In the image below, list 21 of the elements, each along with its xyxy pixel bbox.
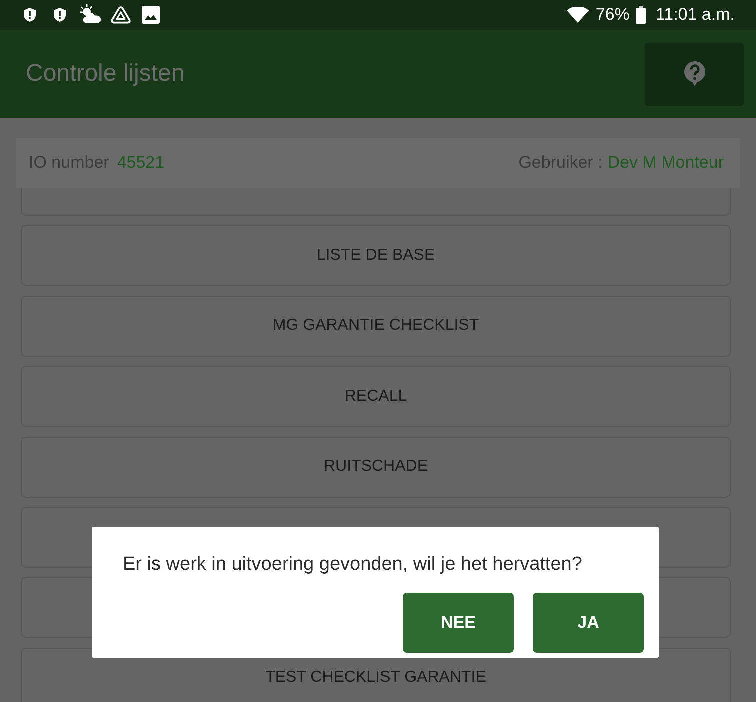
help-button[interactable] <box>645 42 744 106</box>
checklist-button[interactable]: LISTE DE BASE <box>21 225 731 286</box>
dialog-button[interactable]: JA <box>533 593 644 653</box>
io-number-value: 45521 <box>117 153 165 173</box>
triangle-icon <box>111 6 131 24</box>
checklist-button[interactable]: RECALL <box>21 366 731 428</box>
dialog-message: Er is werk in uitvoering gevonden, wil je het hervatten? <box>123 553 584 577</box>
battery-percentage: 76% <box>596 5 630 25</box>
checklist-button[interactable]: MG GARANTIE CHECKLIST <box>21 296 731 357</box>
clock-time: 11:01 a.m. <box>656 5 735 25</box>
user-value: Dev M Monteur <box>608 153 724 173</box>
help-icon <box>682 61 706 87</box>
shield-icon <box>54 8 66 22</box>
image-icon <box>142 6 160 24</box>
wifi-icon <box>566 7 589 23</box>
dialog-button[interactable]: NEE <box>403 593 514 653</box>
battery-icon <box>636 6 646 24</box>
cloud-sun-icon <box>80 4 102 24</box>
shield-icon <box>24 8 36 22</box>
screen-title: Controle lijsten <box>26 60 185 88</box>
checklist-button[interactable]: RUITSCHADE <box>21 436 731 498</box>
